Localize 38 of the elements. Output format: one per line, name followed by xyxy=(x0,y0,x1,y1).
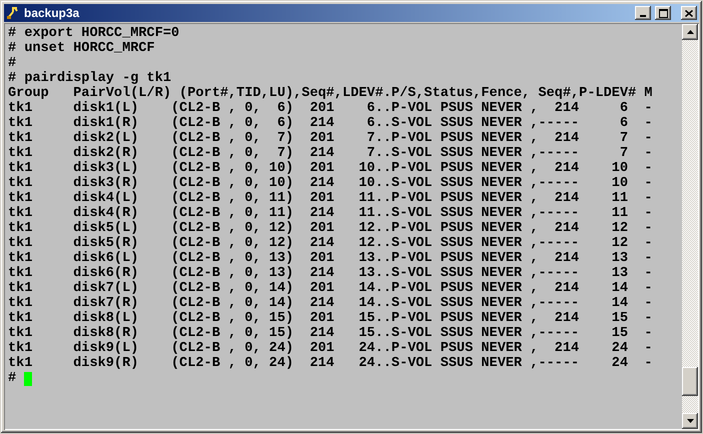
terminal-line: tk1 disk9(R) (CL2-B , 0, 24) 214 24..S-VOL SSUS NEVER ,----- 24 - xyxy=(8,356,652,371)
terminal-line: # unset HORCC_MRCF xyxy=(8,41,155,56)
terminal-line: tk1 disk1(L) (CL2-B , 0, 6) 201 6..P-VOL PSUS NEVER , 214 6 - xyxy=(8,101,652,116)
terminal-line: tk1 disk6(L) (CL2-B , 0, 13) 201 13..P-VOL PSUS NEVER , 214 13 - xyxy=(8,251,652,266)
minimize-button[interactable] xyxy=(635,6,651,20)
terminal-line: tk1 disk8(L) (CL2-B , 0, 15) 201 15..P-VOL PSUS NEVER , 214 15 - xyxy=(8,311,652,326)
terminal-line: tk1 disk4(L) (CL2-B , 0, 11) 201 11..P-VOL PSUS NEVER , 214 11 - xyxy=(8,191,652,206)
terminal-line: Group PairVol(L/R) (Port#,TID,LU),Seq#,LDEV#.P/S,Status,Fence, Seq#,P-LDEV# M xyxy=(8,86,652,101)
terminal-line: # export HORCC_MRCF=0 xyxy=(8,26,180,41)
down-arrow-icon xyxy=(686,419,694,423)
terminal-line: tk1 disk9(L) (CL2-B , 0, 24) 201 24..P-VOL PSUS NEVER , 214 24 - xyxy=(8,341,652,356)
maximize-button[interactable] xyxy=(655,6,671,20)
terminal-line: tk1 disk5(R) (CL2-B , 0, 12) 214 12..S-VOL SSUS NEVER ,----- 12 - xyxy=(8,236,652,251)
scroll-thumb[interactable] xyxy=(682,367,698,396)
terminal-line: tk1 disk7(L) (CL2-B , 0, 14) 201 14..P-VOL PSUS NEVER , 214 14 - xyxy=(8,281,652,296)
terminal-line: # pairdisplay -g tk1 xyxy=(8,71,172,86)
app-icon xyxy=(6,6,20,20)
maximize-icon xyxy=(658,8,668,18)
terminal-line: # xyxy=(8,56,16,71)
window-title: backup3a xyxy=(24,6,80,20)
up-arrow-icon xyxy=(686,30,694,34)
prompt: # xyxy=(8,371,16,386)
terminal-line: tk1 disk2(L) (CL2-B , 0, 7) 201 7..P-VOL PSUS NEVER , 214 7 - xyxy=(8,131,652,146)
close-icon xyxy=(685,10,693,16)
terminal-line: tk1 disk7(R) (CL2-B , 0, 14) 214 14..S-VOL SSUS NEVER ,----- 14 - xyxy=(8,296,652,311)
terminal-line: tk1 disk3(R) (CL2-B , 0, 10) 214 10..S-VOL SSUS NEVER ,----- 10 - xyxy=(8,176,652,191)
terminal-line: tk1 disk5(L) (CL2-B , 0, 12) 201 12..P-VOL PSUS NEVER , 214 12 - xyxy=(8,221,652,236)
terminal-line: tk1 disk4(R) (CL2-B , 0, 11) 214 11..S-VOL SSUS NEVER ,----- 11 - xyxy=(8,206,652,221)
close-button[interactable] xyxy=(681,6,697,20)
terminal-line: tk1 disk2(R) (CL2-B , 0, 7) 214 7..S-VOL SSUS NEVER ,----- 7 - xyxy=(8,146,652,161)
scrollbar[interactable] xyxy=(682,24,698,429)
scroll-down-button[interactable] xyxy=(682,413,698,429)
scroll-up-button[interactable] xyxy=(682,24,698,40)
terminal-line: tk1 disk3(L) (CL2-B , 0, 10) 201 10..P-VOL PSUS NEVER , 214 10 - xyxy=(8,161,652,176)
terminal-line: tk1 disk6(R) (CL2-B , 0, 13) 214 13..S-VOL SSUS NEVER ,----- 13 - xyxy=(8,266,652,281)
terminal-line: tk1 disk1(R) (CL2-B , 0, 6) 214 6..S-VOL SSUS NEVER ,----- 6 - xyxy=(8,116,652,131)
terminal-line: tk1 disk8(R) (CL2-B , 0, 15) 214 15..S-VOL SSUS NEVER ,----- 15 - xyxy=(8,326,652,341)
text-cursor xyxy=(24,372,32,386)
